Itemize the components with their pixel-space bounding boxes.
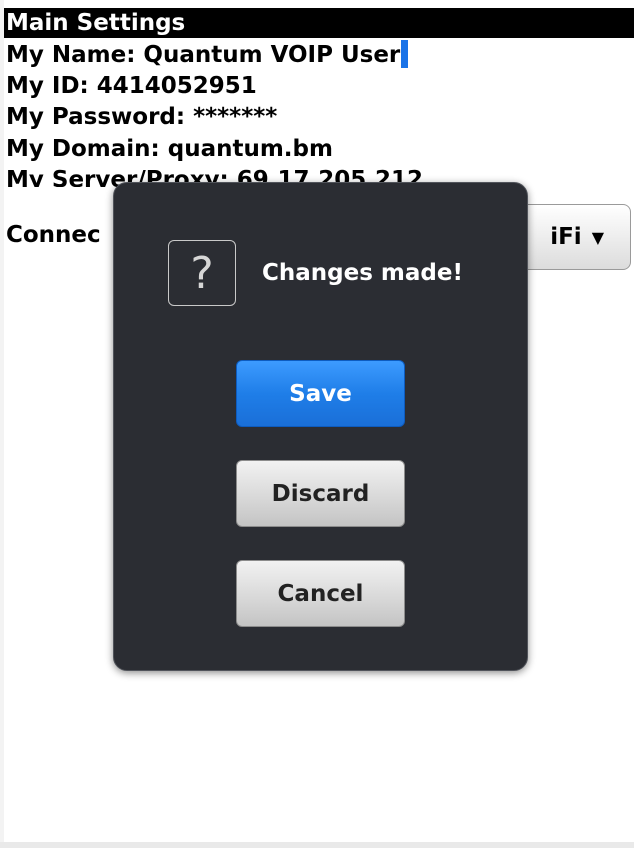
left-edge	[0, 0, 4, 848]
my-name-text: My Name: Quantum VOIP User	[6, 42, 401, 68]
changes-made-dialog: ? Changes made! Save Discard Cancel	[113, 182, 528, 671]
discard-button[interactable]: Discard	[236, 460, 405, 527]
my-id-field[interactable]: My ID: 4414052951	[6, 71, 257, 101]
save-button[interactable]: Save	[236, 360, 405, 427]
my-password-field[interactable]: My Password: *******	[6, 102, 277, 132]
my-domain-field[interactable]: My Domain: quantum.bm	[6, 134, 333, 164]
connection-label: Connec	[6, 222, 101, 248]
triangle-down-icon: ▼	[591, 227, 604, 247]
question-icon: ?	[168, 240, 236, 306]
dialog-message: Changes made!	[262, 260, 463, 286]
bottom-edge	[0, 842, 634, 848]
cancel-button[interactable]: Cancel	[236, 560, 405, 627]
my-name-field[interactable]: My Name: Quantum VOIP User	[6, 39, 409, 70]
text-cursor	[401, 39, 409, 68]
page-title: Main Settings	[4, 8, 634, 38]
connection-dropdown-value: iFi	[550, 224, 582, 250]
